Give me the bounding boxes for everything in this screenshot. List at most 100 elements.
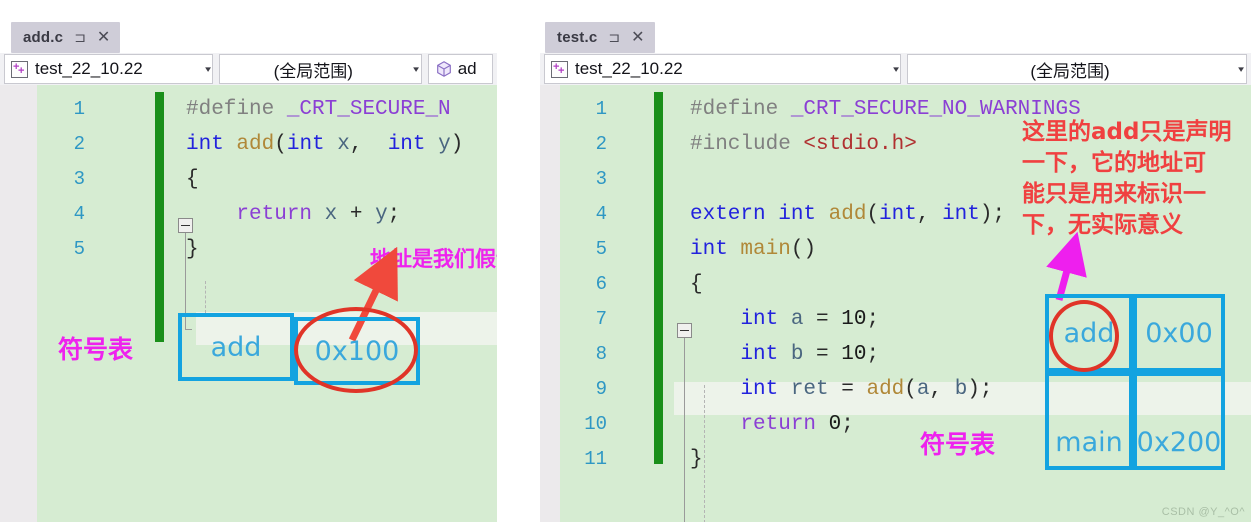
- line-number: 5: [73, 238, 85, 260]
- tabstrip-right: test.c ⊐ ✕: [540, 0, 1251, 53]
- symbol-table-label-left: 符号表: [58, 335, 134, 364]
- code-token: =: [816, 343, 842, 366]
- code-token: y: [375, 203, 388, 226]
- code-token: #define: [186, 98, 287, 121]
- project-name: test_22_10.22: [575, 59, 683, 78]
- editor-pane-test-c: test.c ⊐ ✕ test_22_10.22 ▾ (全局范围) ▾ 1 2 3 4…: [540, 0, 1251, 522]
- chevron-down-icon: ▾: [893, 63, 899, 74]
- screenshot-root: add.c ⊐ ✕ test_22_10.22 ▾ (全局范围) ▾ ad: [0, 0, 1251, 522]
- symbol-table-cell-name: add: [1045, 294, 1133, 372]
- member-name: ad: [457, 59, 477, 78]
- watermark: CSDN @Y_^O^: [1161, 506, 1245, 518]
- code-token: a: [916, 378, 930, 401]
- member-selector-left[interactable]: ad: [427, 54, 493, 84]
- code-line: int ret = add(a, b);: [690, 372, 1081, 407]
- code-token: a: [790, 308, 817, 331]
- symbol-table-cell-name: add: [178, 313, 294, 381]
- tab-add-c[interactable]: add.c ⊐ ✕: [11, 22, 121, 53]
- code-token: main: [740, 238, 791, 261]
- chevron-down-icon: ▾: [204, 63, 211, 74]
- code-line: return 0;: [690, 407, 1081, 442]
- code-line: #define _CRT_SECURE_N: [186, 92, 463, 127]
- line-number: 11: [584, 448, 607, 470]
- code-token: ,: [929, 378, 955, 401]
- scope-name: (全局范围): [273, 61, 353, 81]
- code-token: int: [942, 203, 980, 226]
- line-number: 9: [595, 378, 607, 400]
- line-number: 4: [73, 203, 85, 225]
- line-number: 3: [73, 168, 85, 190]
- close-icon[interactable]: ✕: [631, 29, 644, 46]
- line-number: 2: [595, 133, 607, 155]
- navigation-bar-right: test_22_10.22 ▾ (全局范围) ▾: [540, 53, 1251, 85]
- code-token: b: [790, 343, 817, 366]
- code-token: 0: [828, 413, 842, 436]
- project-selector-right[interactable]: test_22_10.22 ▾: [544, 54, 902, 84]
- code-line: {: [186, 162, 463, 197]
- code-token: (: [866, 203, 880, 226]
- cube-icon: [436, 61, 451, 77]
- code-token: 10: [841, 343, 867, 366]
- editor-pane-add-c: add.c ⊐ ✕ test_22_10.22 ▾ (全局范围) ▾ ad: [0, 0, 497, 522]
- symbol-name: add: [1063, 317, 1115, 349]
- annotation-add-declaration-note: 这里的add只是声明 一下，它的地址可 能只是用来标识一 下，无实际意义: [1022, 117, 1231, 241]
- code-token: );: [979, 203, 1006, 226]
- scope-selector-left[interactable]: (全局范围) ▾: [219, 54, 422, 84]
- code-token: x: [337, 133, 350, 156]
- line-numbers-left: 1 2 3 4 5: [39, 92, 85, 267]
- code-token: int: [387, 133, 439, 156]
- symbol-table-label-right: 符号表: [920, 430, 996, 459]
- code-token: _CRT_SECURE_N: [286, 98, 451, 121]
- line-number: 2: [73, 133, 85, 155]
- code-token: add: [236, 133, 275, 156]
- pin-icon[interactable]: ⊐: [608, 30, 620, 44]
- navigation-bar-left: test_22_10.22 ▾ (全局范围) ▾ ad: [0, 53, 497, 85]
- chevron-down-icon: ▾: [413, 63, 420, 74]
- code-token: }: [186, 238, 199, 261]
- code-token: x: [324, 203, 350, 226]
- code-token: +: [349, 203, 376, 226]
- close-icon[interactable]: ✕: [97, 29, 110, 46]
- code-token: 10: [841, 308, 867, 331]
- code-token: int: [690, 238, 741, 261]
- symbol-table-cell-address: 0x200: [1133, 372, 1225, 470]
- code-token: ): [450, 133, 464, 156]
- code-token: =: [816, 308, 842, 331]
- scope-selector-right[interactable]: (全局范围) ▾: [907, 54, 1247, 84]
- indent-guide: [205, 281, 206, 313]
- code-token: );: [967, 378, 993, 401]
- symbol-name: main: [1055, 427, 1123, 458]
- tab-test-c[interactable]: test.c ⊐ ✕: [545, 22, 655, 53]
- line-numbers-right: 1 2 3 4 5 6 7 8 9 10 11: [561, 92, 607, 477]
- code-area-right[interactable]: 1 2 3 4 5 6 7 8 9 10 11 #define _CRT_SECURE_NO_WAR…: [540, 85, 1251, 522]
- symbol-table-cell-address: 0x100: [294, 317, 420, 385]
- project-selector-left[interactable]: test_22_10.22 ▾: [4, 54, 214, 84]
- code-token: #include: [690, 133, 804, 156]
- tabstrip-left: add.c ⊐ ✕: [0, 0, 497, 53]
- code-line: int add(int x, int y): [186, 127, 463, 162]
- code-token: add: [866, 378, 905, 401]
- line-number: 7: [595, 308, 607, 330]
- code-token: int: [690, 378, 791, 401]
- code-line: }: [690, 442, 1081, 477]
- tab-title: add.c: [23, 29, 64, 46]
- symbol-name: add: [210, 331, 262, 363]
- pin-icon[interactable]: ⊐: [74, 30, 86, 44]
- change-indicator-bar-left: [155, 92, 164, 342]
- cpp-project-icon: [11, 60, 28, 78]
- code-token: =: [841, 378, 867, 401]
- symbol-table-cell-address: 0x00: [1133, 294, 1225, 372]
- code-token: int: [690, 308, 791, 331]
- code-area-left[interactable]: 12345 #define _CRT_SECURE_N int add(int x…: [0, 85, 497, 522]
- symbol-address: 0x00: [1145, 317, 1213, 349]
- annotation-line: 这里的add只是声明: [1022, 119, 1232, 145]
- line-number: 10: [584, 413, 607, 435]
- code-line: int a = 10;: [690, 302, 1081, 337]
- line-number: 8: [595, 343, 607, 365]
- code-token: ;: [866, 308, 880, 331]
- code-token: (: [904, 378, 917, 401]
- source-code-left[interactable]: #define _CRT_SECURE_N int add(int x, int …: [186, 92, 463, 267]
- symbol-address: 0x200: [1136, 427, 1222, 458]
- code-token: ;: [866, 343, 880, 366]
- symbol-table-cell-name: main: [1045, 372, 1133, 470]
